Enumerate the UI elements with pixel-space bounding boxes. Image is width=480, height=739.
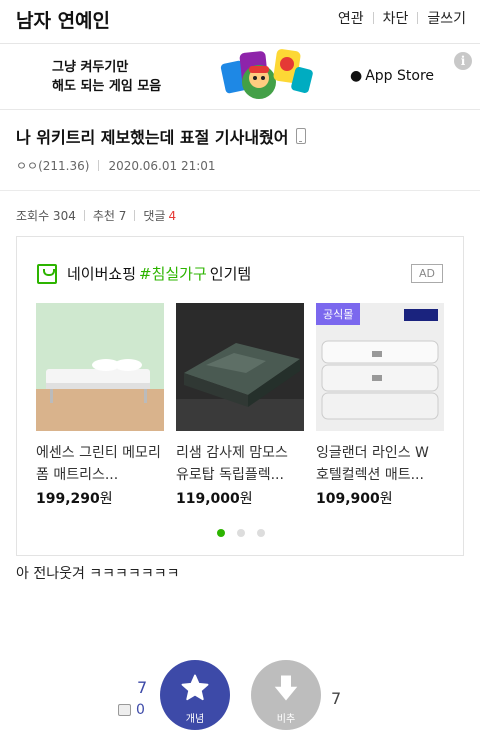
product-name[interactable]: 리샘 감사제 맘모스 유로탑 독립플렉... — [176, 442, 304, 486]
post-title-text: 나 위키트리 제보했는데 표절 기사내줬어 — [16, 128, 289, 147]
divider — [134, 210, 136, 221]
price-unit: 원 — [239, 491, 253, 507]
write-link[interactable]: 글쓰기 — [427, 8, 466, 28]
shopping-suffix: 인기템 — [209, 265, 252, 283]
game-art-image — [220, 49, 313, 99]
ad-line-1: 그냥 켜두기만 — [52, 60, 129, 75]
apple-icon: ● — [350, 68, 363, 84]
shopping-ad-box: 네이버쇼핑 #침실가구 인기템 AD 에센스 그린티 메모리폼 매트리스... … — [16, 236, 464, 556]
upvote-label: 개념 — [185, 714, 205, 725]
downvote-count: 7 — [331, 689, 342, 708]
mobile-icon — [295, 128, 306, 144]
carousel-dot[interactable] — [217, 529, 225, 537]
price-value: 109,900 — [316, 491, 380, 507]
top-bar: 남자 연예인 연관 차단 글쓰기 — [0, 0, 480, 44]
shopping-hashtag: #침실가구 — [139, 265, 207, 283]
comment-count[interactable]: 4 — [168, 209, 176, 223]
star-icon — [181, 674, 209, 701]
downvote-button[interactable]: 비추 — [251, 660, 321, 730]
fixed-upvote-count: 0 — [118, 702, 145, 718]
gallery-title[interactable]: 남자 연예인 — [16, 6, 110, 33]
product-image — [176, 303, 304, 431]
divider — [83, 210, 85, 221]
product-name[interactable]: 에센스 그린티 메모리폼 매트리스... — [36, 442, 164, 486]
product-card[interactable]: 공식몰 잉글랜더 라인스 W 호텔컬렉션 매트... 109,900원 — [316, 303, 444, 508]
upvote-count: 7 — [137, 678, 148, 697]
divider — [372, 12, 374, 24]
post-title: 나 위키트리 제보했는데 표절 기사내줬어 — [16, 124, 306, 148]
app-store-label: App Store — [365, 68, 435, 84]
comment-label[interactable]: 댓글 — [143, 207, 165, 224]
product-price: 199,290원 — [36, 488, 164, 508]
shopping-bag-icon — [37, 263, 57, 284]
block-link[interactable]: 차단 — [383, 8, 409, 28]
carousel-dot[interactable] — [257, 529, 265, 537]
app-store-badge[interactable]: ● App Store — [350, 68, 434, 84]
post-author[interactable]: ㅇㅇ(211.36) — [16, 157, 89, 174]
upvote-button[interactable]: 개념 — [160, 660, 230, 730]
view-count: 조회수 304 — [16, 209, 76, 223]
carousel-dot[interactable] — [237, 529, 245, 537]
post-date: 2020.06.01 21:01 — [108, 158, 216, 173]
divider — [98, 160, 100, 171]
product-price: 119,000원 — [176, 488, 304, 508]
product-image — [36, 303, 164, 431]
arrow-down-icon — [274, 675, 298, 701]
vote-area: 7 0 개념 비추 7 — [0, 660, 480, 739]
product-price: 109,900원 — [316, 488, 444, 508]
related-link[interactable]: 연관 — [338, 8, 364, 28]
top-links: 연관 차단 글쓰기 — [338, 8, 466, 28]
post-body-text: 아 전나웃겨 ㅋㅋㅋㅋㅋㅋㅋ — [16, 566, 180, 582]
fixed-upvote-value: 0 — [136, 702, 145, 718]
downvote-label: 비추 — [276, 714, 296, 725]
recommend-count: 추천 7 — [92, 209, 127, 223]
product-name[interactable]: 잉글랜더 라인스 W 호텔컬렉션 매트... — [316, 442, 444, 486]
price-unit: 원 — [99, 491, 113, 507]
ad-banner-text: 그냥 켜두기만 해도 되는 게임 모음 — [52, 58, 161, 96]
divider — [417, 12, 419, 24]
ad-badge: AD — [411, 264, 443, 283]
post-stats: 조회수 304 추천 7 댓글 4 — [16, 207, 176, 224]
product-image: 공식몰 — [316, 303, 444, 431]
price-value: 119,000 — [176, 491, 240, 507]
header-divider — [0, 190, 480, 191]
carousel-dots — [17, 529, 465, 537]
post-meta: ㅇㅇ(211.36) 2020.06.01 21:01 — [16, 157, 216, 174]
product-card[interactable]: 에센스 그린티 메모리폼 매트리스... 199,290원 — [36, 303, 164, 508]
product-card[interactable]: 리샘 감사제 맘모스 유로탑 독립플렉... 119,000원 — [176, 303, 304, 508]
ad-info-icon[interactable]: i — [454, 52, 472, 70]
shopping-brand: 네이버쇼핑 — [67, 265, 137, 283]
shopping-header[interactable]: 네이버쇼핑 #침실가구 인기템 — [37, 263, 251, 284]
price-value: 199,290 — [36, 491, 100, 507]
official-store-badge: 공식몰 — [316, 303, 361, 325]
ad-line-2: 해도 되는 게임 모음 — [52, 79, 162, 94]
fixed-vote-icon — [118, 704, 131, 716]
ad-banner[interactable]: 그냥 켜두기만 해도 되는 게임 모음 ● App Store i — [0, 44, 480, 110]
price-unit: 원 — [379, 491, 393, 507]
